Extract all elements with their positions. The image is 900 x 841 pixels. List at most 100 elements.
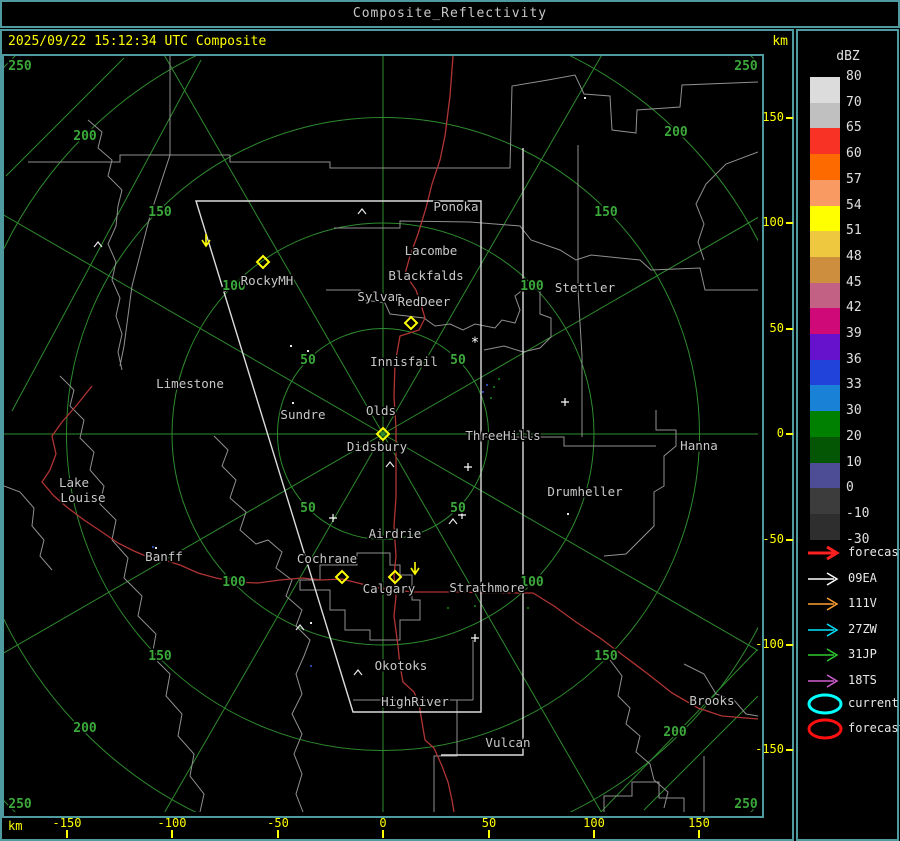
city-label: Drumheller [547,484,623,499]
colorbar-value: 57 [846,172,890,188]
storm-cell-icon [336,571,348,583]
legend-label: 27ZW [848,622,877,636]
city-label: Didsbury [347,439,408,454]
legend-arrow-icon [806,567,846,591]
colorbar-swatch [810,231,840,257]
city-label: Blackfalds [388,268,463,283]
colorbar-value: 20 [846,429,890,445]
city-label: Stettler [555,280,616,295]
legend-label: 31JP [848,647,877,661]
legend-arrow-icon [806,643,846,667]
arrow-shape [808,624,837,636]
radial-line [383,434,758,724]
colorbar-swatch [810,411,840,437]
right-axis-tick [786,117,793,119]
right-axis-tick [786,539,793,541]
city-label: Banff [145,549,183,564]
city-label: Olds [366,403,396,418]
bottom-axis-tick [171,830,173,838]
arrow-shape [808,649,837,661]
ring-label: 250 [8,59,32,74]
county-boundary [696,152,758,260]
colorbar-swatch [810,206,840,232]
right-axis-label: 0 [750,426,784,440]
right-axis-tick [786,644,793,646]
ring-label: 200 [73,129,97,144]
legend-item: 09EA [806,567,894,591]
city-label: Innisfail [370,354,438,369]
colorbar-value: 48 [846,249,890,265]
echo-speck [310,665,312,667]
colorbar-value: 65 [846,120,890,136]
arrow-shape [808,547,837,559]
map-frame: *505050501001001001001501501501502002002… [2,54,764,818]
right-axis-label: 100 [750,215,784,229]
city-label: Airdrie [369,526,422,541]
colorbar-value: 60 [846,146,890,162]
window-title: Composite_Reflectivity [353,6,547,21]
ring-label: 50 [450,501,466,516]
colorbar-value: 30 [846,403,890,419]
graticule-line [644,696,758,810]
town-cross-icon [561,398,569,406]
colorbar-value: 80 [846,69,890,85]
ring-label: 150 [594,649,618,664]
town-dot [584,97,586,99]
radar-map[interactable]: *505050501001001001001501501501502002002… [4,56,758,812]
town-dot [307,350,309,352]
ring-label: 100 [222,575,246,590]
colorbar-title: dBZ [828,49,868,64]
right-axis-label: 150 [750,110,784,124]
ring-label: 200 [73,721,97,736]
ring-label: 200 [664,125,688,140]
city-label: Okotoks [375,658,428,673]
radial-line [383,434,673,812]
city-label: RockyMH [241,273,294,288]
colorbar-value: 39 [846,326,890,342]
city-label: RedDeer [398,294,451,309]
storm-cell-icon [405,317,417,329]
town-dot [290,345,292,347]
county-boundary [28,155,455,168]
legend-arrow-icon [806,669,846,693]
colorbar-swatch [810,180,840,206]
county-boundary [604,410,676,556]
colorbar-swatch [810,488,840,514]
bottom-axis-label: 50 [467,816,511,830]
radial-line [93,56,383,434]
bottom-axis-tick [277,830,279,838]
legend-item: 18TS [806,669,894,693]
town-caret-icon [449,519,457,524]
legend-item: forecast [806,717,894,741]
arrow-shape [808,573,837,585]
axis-unit-bottom-label: km [8,819,22,833]
echo-speck [527,607,529,609]
colorbar-value: 36 [846,352,890,368]
bottom-axis-tick [66,830,68,838]
radial-line [93,434,383,812]
bottom-axis-tick [698,830,700,838]
echo-speck [474,605,476,607]
echo-speck [482,391,484,393]
bottom-axis-tick [593,830,595,838]
colorbar-swatch [810,514,840,540]
echo-speck [490,397,492,399]
legend-label: 09EA [848,571,877,585]
colorbar-value: 33 [846,377,890,393]
town-caret-icon [358,209,366,214]
arrow-shape [808,598,837,610]
city-label: Calgary [363,581,416,596]
right-axis-tick [786,433,793,435]
city-label: Strathmore [449,580,524,595]
legend-item: current [806,692,894,716]
colorbar-swatch [810,437,840,463]
colorbar-value: 51 [846,223,890,239]
graticule-line [12,60,201,411]
colorbar-swatch [810,154,840,180]
colorbar-swatch [810,308,840,334]
town-cross-icon [464,463,472,471]
colorbar-value: 54 [846,198,890,214]
bottom-axis-tick [488,830,490,838]
bottom-axis-tick [382,830,384,838]
right-axis-tick [786,328,793,330]
